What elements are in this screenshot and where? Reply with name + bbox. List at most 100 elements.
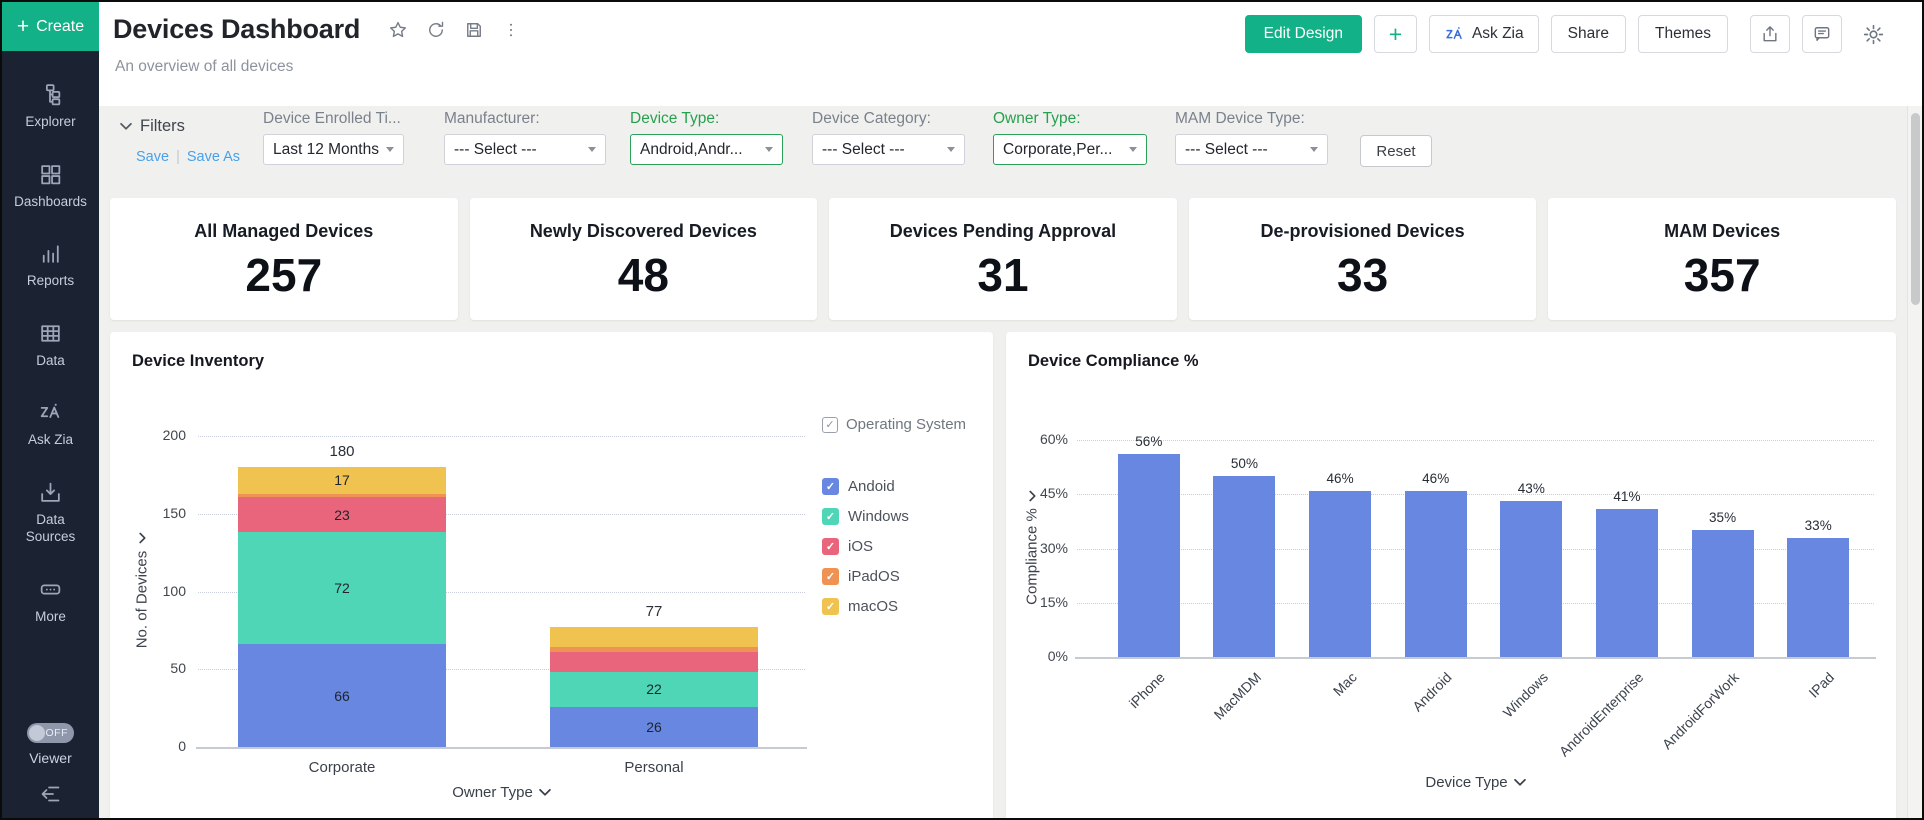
bar-segment-value: 26 [646, 718, 662, 735]
filters-label: Filters [140, 117, 185, 135]
bar-macmdm[interactable] [1213, 476, 1276, 657]
dropdown-caret-icon [947, 147, 955, 152]
star-icon[interactable] [388, 20, 408, 40]
create-label: Create [36, 17, 85, 35]
dashboards-icon [38, 162, 63, 187]
create-button[interactable]: + Create [2, 2, 99, 51]
sidebar-item-dashboards[interactable]: Dashboards [3, 162, 98, 211]
x-axis-label-text: Owner Type [452, 784, 533, 801]
filter-value: Corporate,Per... [1003, 140, 1113, 158]
bar-segment-windows[interactable]: 22 [550, 672, 758, 707]
filter-field-owner-type: Owner Type: Corporate,Per... [993, 110, 1147, 165]
x-category-label: Corporate [308, 759, 376, 776]
sidebar-item-more[interactable]: More [3, 577, 98, 626]
dropdown-caret-icon [1129, 147, 1137, 152]
legend-item-macos[interactable]: ✓ macOS [822, 598, 898, 615]
bar-segment-value: 22 [646, 681, 662, 698]
x-axis-label[interactable]: Device Type [1077, 774, 1874, 791]
viewer-toggle[interactable]: OFF [27, 723, 74, 743]
scrollbar-thumb[interactable] [1911, 113, 1920, 305]
legend-checkbox[interactable]: ✓ [822, 416, 838, 433]
kpi-value: 31 [977, 249, 1029, 301]
bar-value-label: 50% [1230, 456, 1258, 472]
kpi-title: Devices Pending Approval [889, 221, 1117, 241]
filter-field-device-type: Device Type: Android,Andr... [630, 110, 783, 165]
filter-value: --- Select --- [454, 140, 537, 158]
bar-segment-macos[interactable]: 17 [238, 467, 446, 494]
sidebar-item-data[interactable]: Data [3, 321, 98, 370]
legend-item-windows[interactable]: ✓ Windows [822, 508, 909, 525]
filter-value: --- Select --- [822, 140, 905, 158]
bar-segment-macos[interactable] [550, 627, 758, 648]
bar-mac[interactable] [1309, 490, 1372, 657]
filter-select-manufacturer[interactable]: --- Select --- [444, 134, 606, 165]
bar-iphone[interactable] [1117, 454, 1180, 657]
filters-toggle[interactable]: Filters [120, 117, 185, 136]
legend-item-andoid[interactable]: ✓ Andoid [822, 478, 895, 495]
export-button[interactable] [1750, 15, 1790, 53]
vertical-scrollbar[interactable] [1907, 106, 1922, 818]
bar-ipad[interactable] [1787, 537, 1850, 657]
sidebar-item-reports[interactable]: Reports [3, 241, 98, 290]
chart-legend: ✓ Operating System ✓ Andoid ✓ Windows ✓ iOS ✓ iPa… [822, 416, 966, 615]
add-button[interactable]: + [1373, 15, 1417, 53]
sidebar-item-data-sources[interactable]: Data Sources [3, 480, 98, 546]
bar-segment-ipados[interactable] [238, 493, 446, 497]
bar-total-label: 180 [329, 443, 355, 461]
save-link[interactable]: Save [136, 149, 169, 165]
filter-value: Android,Andr... [640, 140, 743, 158]
settings-gear-button[interactable] [1854, 15, 1892, 53]
filter-select-device-type[interactable]: Android,Andr... [630, 134, 783, 165]
filter-select-device-enrolled-ti[interactable]: Last 12 Months [263, 134, 404, 165]
collapse-sidebar-button[interactable] [2, 782, 99, 806]
legend-swatch-icon: ✓ [822, 508, 839, 525]
bar-segment-windows[interactable]: 72 [238, 532, 446, 645]
sidebar-item-explorer[interactable]: Explorer [3, 82, 98, 131]
kpi-value: 33 [1336, 249, 1389, 301]
dropdown-caret-icon [386, 147, 394, 152]
bar-segment-ios[interactable]: 23 [238, 496, 446, 533]
legend-item-ios[interactable]: ✓ iOS [822, 538, 873, 555]
y-axis-label-text: No. of Devices [133, 550, 151, 649]
sidebar-item-label: More [35, 608, 66, 624]
ask-zia-button[interactable]: Ask Zia [1428, 15, 1539, 53]
reset-button[interactable]: Reset [1360, 135, 1432, 167]
bar-segment-ipados[interactable] [550, 647, 758, 653]
bar-segment-ios[interactable] [550, 652, 758, 673]
bar-windows[interactable] [1500, 501, 1563, 657]
filter-select-device-category[interactable]: --- Select --- [812, 134, 965, 165]
sidebar-item-ask-zia[interactable]: Ask Zia [3, 400, 98, 449]
bar-segment-andoid[interactable]: 26 [550, 706, 758, 747]
x-category-label: IPad [1805, 669, 1838, 701]
x-category-label: AndroidForWork [1658, 669, 1742, 753]
kpi-title: Newly Discovered Devices [529, 221, 757, 241]
save-icon[interactable] [464, 20, 484, 40]
reports-icon [38, 241, 63, 266]
refresh-icon[interactable] [426, 20, 446, 40]
bar-total-label: 77 [645, 603, 663, 621]
bar-android[interactable] [1404, 490, 1467, 657]
bar-value-label: 41% [1613, 488, 1641, 504]
more-options-icon[interactable] [502, 21, 520, 39]
page-title: Devices Dashboard [113, 14, 361, 44]
sidebar-item-label: Reports [26, 273, 75, 289]
sidebar-item-label: Dashboards [14, 193, 87, 209]
save-as-link[interactable]: Save As [187, 149, 240, 165]
y-axis-label-text: Compliance % [1023, 508, 1041, 605]
bar-androidforwork[interactable] [1691, 530, 1754, 657]
data-icon [38, 321, 63, 346]
bar-segment-andoid[interactable]: 66 [238, 644, 446, 747]
filter-select-owner-type[interactable]: Corporate,Per... [993, 134, 1147, 165]
grid-line [1077, 494, 1874, 496]
kpi-card-de-provisioned-devices: De-provisioned Devices 33 [1188, 198, 1537, 320]
edit-design-button[interactable]: Edit Design [1244, 15, 1362, 53]
filter-select-mam-device-type[interactable]: --- Select --- [1175, 134, 1328, 165]
share-button[interactable]: Share [1550, 15, 1626, 53]
bar-androidenterprise[interactable] [1595, 508, 1658, 657]
themes-button[interactable]: Themes [1638, 15, 1728, 53]
legend-item-ipados[interactable]: ✓ iPadOS [822, 568, 900, 585]
comment-button[interactable] [1802, 15, 1842, 53]
x-axis-label[interactable]: Owner Type [198, 784, 805, 801]
dropdown-caret-icon [1310, 147, 1318, 152]
title-row: Devices Dashboard [113, 14, 520, 45]
